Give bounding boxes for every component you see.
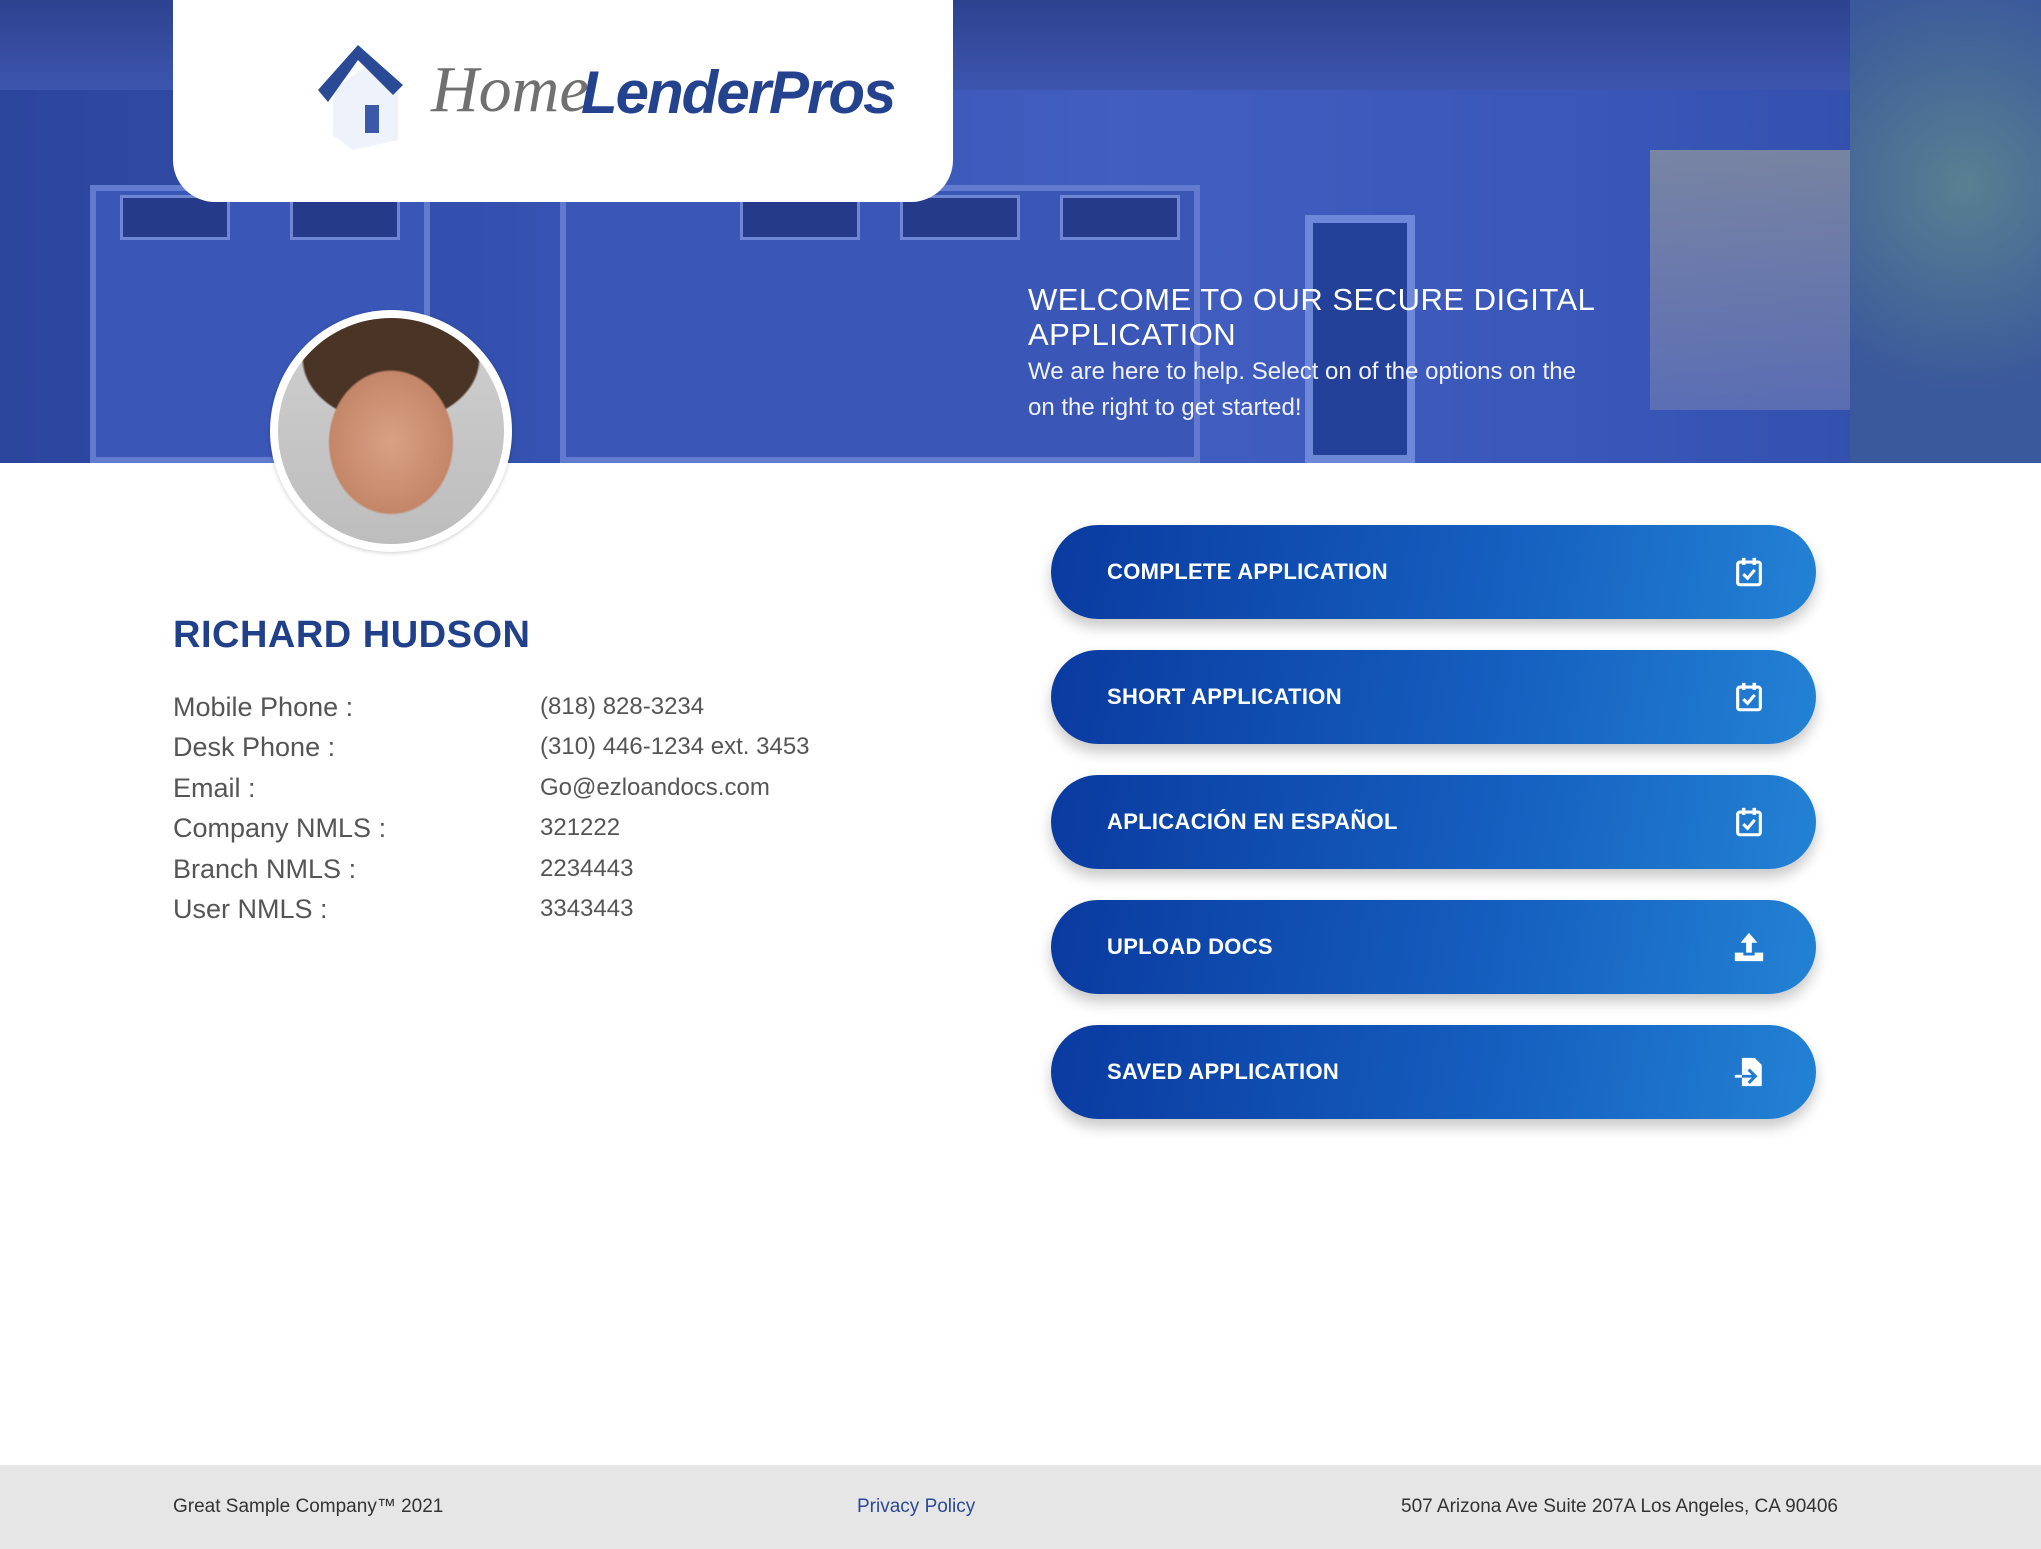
button-label: SAVED APPLICATION <box>1107 1059 1340 1084</box>
spanish-application-button[interactable]: APLICACIÓN EN ESPAÑOL <box>1051 775 1816 869</box>
button-label: UPLOAD DOCS <box>1107 934 1273 959</box>
short-application-button[interactable]: SHORT APPLICATION <box>1051 650 1816 744</box>
welcome-subtitle: We are here to help. Select on of the op… <box>1028 358 1576 421</box>
button-label: APLICACIÓN EN ESPAÑOL <box>1107 809 1398 834</box>
info-value[interactable]: (818) 828-3234 <box>540 693 704 721</box>
calendar-check-icon <box>1736 807 1762 837</box>
welcome-section: WELCOME TO OUR SECURE DIGITAL APPLICATIO… <box>1028 282 1608 426</box>
button-label: COMPLETE APPLICATION <box>1107 559 1388 584</box>
footer-copyright: Great Sample Company™ 2021 <box>173 1496 444 1517</box>
info-row-user-nmls: User NMLS : 3343443 <box>173 889 633 929</box>
welcome-title: WELCOME TO OUR SECURE DIGITAL APPLICATIO… <box>1028 282 1595 352</box>
info-value[interactable]: Go@ezloandocs.com <box>540 774 770 802</box>
calendar-check-icon <box>1736 557 1762 587</box>
privacy-policy-link[interactable]: Privacy Policy <box>857 1496 975 1518</box>
info-label: Mobile Phone : <box>173 691 354 722</box>
info-value: 2234443 <box>540 855 634 882</box>
info-row-mobile: Mobile Phone : (818) 828-3234 <box>173 687 704 727</box>
upload-icon <box>1734 932 1764 962</box>
saved-application-button[interactable]: SAVED APPLICATION <box>1051 1025 1816 1119</box>
info-label: Company NMLS : <box>173 812 387 843</box>
info-label: Desk Phone : <box>173 731 336 762</box>
logo-text-lenderpros: LenderPros <box>581 59 896 126</box>
avatar <box>270 310 512 552</box>
info-label: Email : <box>173 772 256 803</box>
info-value[interactable]: (310) 446-1234 ext. 3453 <box>540 733 810 761</box>
footer: Great Sample Company™ 2021 Privacy Polic… <box>0 1465 2041 1549</box>
info-row-company-nmls: Company NMLS : 321222 <box>173 808 620 848</box>
complete-application-button[interactable]: COMPLETE APPLICATION <box>1051 525 1816 619</box>
info-row-email: Email : Go@ezloandocs.com <box>173 768 770 808</box>
info-value: 3343443 <box>540 895 634 922</box>
button-label: SHORT APPLICATION <box>1107 684 1342 709</box>
info-label: User NMLS : <box>173 893 328 924</box>
logo-card[interactable]: Home LenderPros <box>173 0 953 202</box>
footer-address: 507 Arizona Ave Suite 207A Los Angeles, … <box>1401 1496 1838 1517</box>
info-row-desk: Desk Phone : (310) 446-1234 ext. 3453 <box>173 727 810 767</box>
file-import-icon <box>1734 1057 1762 1087</box>
info-value: 321222 <box>540 814 621 841</box>
house-logo-icon <box>318 45 403 150</box>
logo-text-home: Home <box>431 53 589 126</box>
officer-photo <box>278 318 504 544</box>
info-row-branch-nmls: Branch NMLS : 2234443 <box>173 849 633 889</box>
officer-name: RICHARD HUDSON <box>173 614 531 656</box>
upload-docs-button[interactable]: UPLOAD DOCS <box>1051 900 1816 994</box>
info-label: Branch NMLS : <box>173 853 357 884</box>
calendar-check-icon <box>1736 682 1762 712</box>
